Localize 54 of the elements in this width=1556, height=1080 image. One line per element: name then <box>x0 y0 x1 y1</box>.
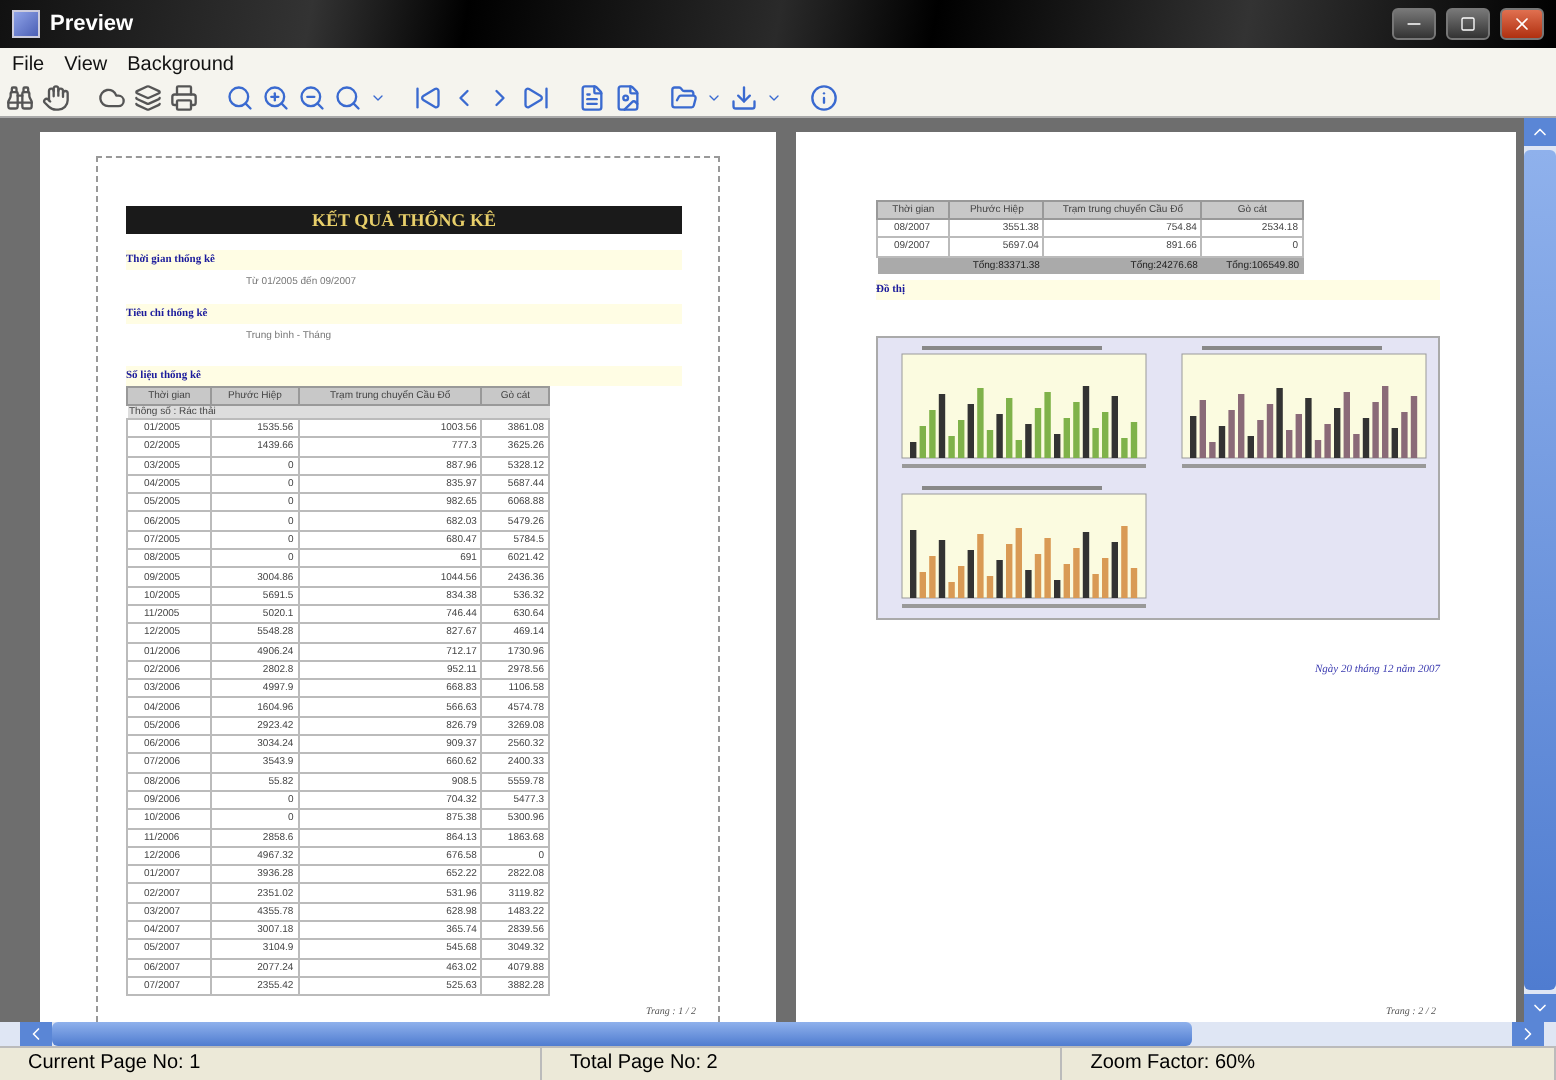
image-button[interactable] <box>614 82 642 114</box>
layers-button[interactable] <box>134 82 162 114</box>
download-icon <box>730 84 758 112</box>
menu-item[interactable]: File <box>12 53 45 75</box>
status-text: Total Page No: 2 <box>541 1048 1063 1080</box>
printer-icon <box>170 84 198 112</box>
find-button[interactable] <box>6 82 34 114</box>
maximize-icon <box>1460 16 1476 32</box>
hand-button[interactable] <box>42 82 70 114</box>
magnifier-button[interactable] <box>334 82 362 114</box>
scroll-up-button[interactable] <box>1524 118 1556 146</box>
magnifier-button[interactable] <box>226 82 254 114</box>
close-icon <box>1512 14 1532 34</box>
scroll-right-button[interactable] <box>1512 1022 1544 1046</box>
last-page-button[interactable] <box>522 82 550 114</box>
minimize-button[interactable] <box>1392 8 1436 40</box>
hand-icon <box>42 84 70 112</box>
magnifier-icon <box>226 84 254 112</box>
last-page-icon <box>522 84 550 112</box>
caret-icon <box>370 90 386 106</box>
folder-icon <box>670 84 698 112</box>
first-page-icon <box>414 84 442 112</box>
folder-button[interactable] <box>670 82 698 114</box>
menu-item[interactable]: View <box>64 53 108 75</box>
close-button[interactable] <box>1500 8 1544 40</box>
info-icon <box>810 84 838 112</box>
horizontal-scrollbar[interactable] <box>0 1022 1556 1046</box>
report-title: KẾT QUẢ THỐNG KÊ <box>126 206 682 234</box>
status-text: Zoom Factor: 60% <box>1062 1048 1556 1080</box>
printer-button[interactable] <box>170 82 198 114</box>
caret-icon <box>766 90 782 106</box>
maximize-button[interactable] <box>1446 8 1490 40</box>
scroll-down-button[interactable] <box>1524 994 1556 1022</box>
scroll-left-button[interactable] <box>20 1022 52 1046</box>
app-icon <box>12 10 40 38</box>
status-text: Current Page No: 1 <box>0 1048 542 1080</box>
first-page-button[interactable] <box>414 82 442 114</box>
find-icon <box>6 84 34 112</box>
scroll-thumb[interactable] <box>52 1022 1192 1046</box>
zoom-in-icon <box>262 84 290 112</box>
download-button[interactable] <box>730 82 758 114</box>
zoom-out-icon <box>298 84 326 112</box>
image-icon <box>614 84 642 112</box>
info-button[interactable] <box>810 82 838 114</box>
document-button[interactable] <box>578 82 606 114</box>
zoom-out-button[interactable] <box>298 82 326 114</box>
zoom-in-button[interactable] <box>262 82 290 114</box>
layers-icon <box>134 84 162 112</box>
magnifier-icon <box>334 84 362 112</box>
menu-item[interactable]: Background <box>127 53 234 75</box>
caret-icon <box>706 90 722 106</box>
cloud-icon <box>98 84 126 112</box>
document-icon <box>578 84 606 112</box>
window-title: Preview <box>50 12 136 36</box>
